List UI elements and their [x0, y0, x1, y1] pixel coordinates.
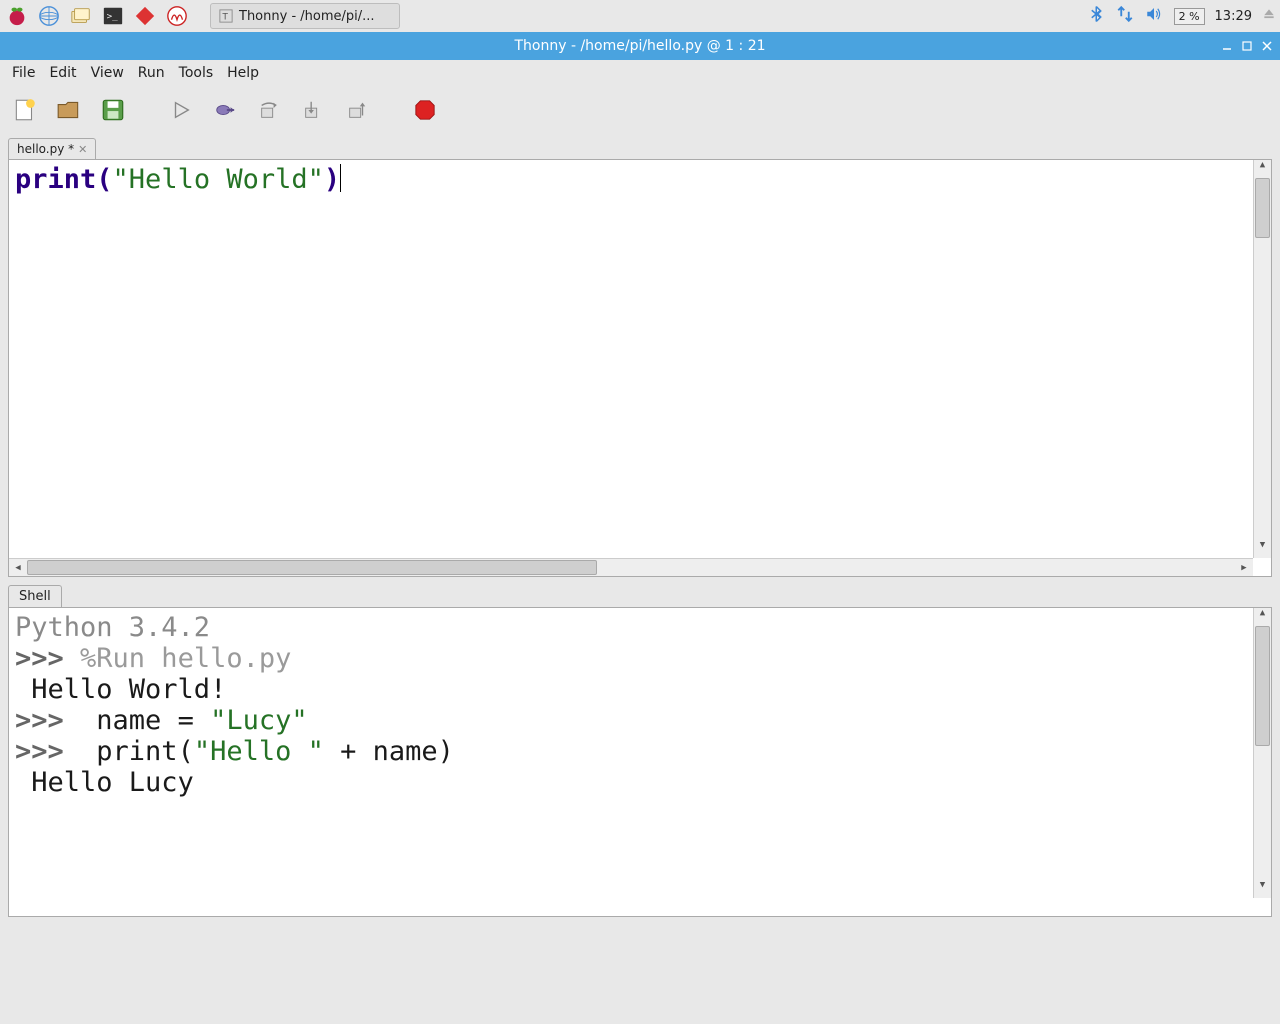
- stop-icon[interactable]: [410, 95, 440, 125]
- menu-tools[interactable]: Tools: [173, 62, 220, 84]
- wolfram-icon[interactable]: [164, 3, 190, 29]
- toolbar: [0, 86, 1280, 134]
- shell-run-command: %Run hello.py: [80, 643, 291, 674]
- network-icon[interactable]: [1116, 5, 1134, 27]
- save-file-icon[interactable]: [98, 95, 128, 125]
- shell-output-line: Hello Lucy: [15, 767, 1265, 798]
- shell-prompt: >>>: [15, 705, 80, 736]
- terminal-icon[interactable]: >_: [100, 3, 126, 29]
- run-icon[interactable]: [166, 95, 196, 125]
- shell-scrollbar-vertical[interactable]: ▲ ▼: [1253, 608, 1271, 898]
- cpu-usage[interactable]: 2 %: [1174, 8, 1205, 25]
- shell-input-string: "Lucy": [210, 705, 308, 736]
- shell-tab-label: Shell: [19, 589, 51, 604]
- shell-tab[interactable]: Shell: [8, 585, 62, 607]
- window-titlebar[interactable]: Thonny - /home/pi/hello.py @ 1 : 21: [0, 32, 1280, 60]
- new-file-icon[interactable]: [10, 95, 40, 125]
- code-token-string: "Hello World": [113, 164, 324, 195]
- editor-tab[interactable]: hello.py * ✕: [8, 138, 96, 159]
- step-over-icon[interactable]: [254, 95, 284, 125]
- code-token-fn: print: [15, 164, 96, 195]
- shell-area: Shell Python 3.4.2 >>> %Run hello.py Hel…: [0, 579, 1280, 925]
- editor-scrollbar-horizontal[interactable]: ◀ ▶: [9, 558, 1253, 576]
- bluetooth-icon[interactable]: [1088, 5, 1106, 27]
- os-taskbar: >_ T Thonny - /home/pi/... 2 % 13:29: [0, 0, 1280, 32]
- maximize-icon[interactable]: [1240, 39, 1254, 53]
- svg-text:>_: >_: [107, 11, 119, 22]
- editor-tab-label: hello.py *: [17, 142, 74, 156]
- close-icon[interactable]: [1260, 39, 1274, 53]
- shell-prompt: >>>: [15, 736, 80, 767]
- debug-icon[interactable]: [210, 95, 240, 125]
- shell-input-text: print(: [80, 736, 194, 767]
- open-file-icon[interactable]: [54, 95, 84, 125]
- shell-input-text: name =: [80, 705, 210, 736]
- shell-prompt: >>>: [15, 643, 80, 674]
- menu-help[interactable]: Help: [221, 62, 265, 84]
- menu-edit[interactable]: Edit: [43, 62, 82, 84]
- mathematica-icon[interactable]: [132, 3, 158, 29]
- step-into-icon[interactable]: [298, 95, 328, 125]
- taskbar-app-thonny[interactable]: T Thonny - /home/pi/...: [210, 3, 400, 29]
- text-cursor: [340, 164, 341, 192]
- tab-close-icon[interactable]: ✕: [78, 143, 87, 156]
- taskbar-app-label: Thonny - /home/pi/...: [239, 9, 375, 24]
- menu-view[interactable]: View: [85, 62, 130, 84]
- window-title: Thonny - /home/pi/hello.py @ 1 : 21: [0, 38, 1280, 54]
- system-tray: 2 % 13:29: [1088, 5, 1276, 27]
- clock[interactable]: 13:29: [1215, 9, 1252, 24]
- web-browser-icon[interactable]: [36, 3, 62, 29]
- editor-scrollbar-vertical[interactable]: ▲ ▼: [1253, 160, 1271, 558]
- shell-version: Python 3.4.2: [15, 612, 1265, 643]
- code-token-rparen: ): [324, 164, 340, 195]
- eject-icon[interactable]: [1262, 7, 1276, 25]
- menu-file[interactable]: File: [6, 62, 41, 84]
- code-token-lparen: (: [96, 164, 112, 195]
- shell-input-string: "Hello ": [194, 736, 324, 767]
- shell-output[interactable]: Python 3.4.2 >>> %Run hello.py Hello Wor…: [8, 607, 1272, 917]
- file-manager-icon[interactable]: [68, 3, 94, 29]
- shell-output-line: Hello World!: [15, 674, 1265, 705]
- minimize-icon[interactable]: [1220, 39, 1234, 53]
- menu-run[interactable]: Run: [132, 62, 171, 84]
- code-editor[interactable]: print("Hello World") ▲ ▼ ◀ ▶: [8, 159, 1272, 577]
- menubar: File Edit View Run Tools Help: [0, 60, 1280, 86]
- svg-text:T: T: [222, 13, 229, 23]
- shell-input-text: + name): [324, 736, 454, 767]
- raspberry-menu-icon[interactable]: [4, 3, 30, 29]
- editor-area: hello.py * ✕ print("Hello World") ▲ ▼ ◀ …: [0, 134, 1280, 579]
- volume-icon[interactable]: [1144, 5, 1164, 27]
- step-out-icon[interactable]: [342, 95, 372, 125]
